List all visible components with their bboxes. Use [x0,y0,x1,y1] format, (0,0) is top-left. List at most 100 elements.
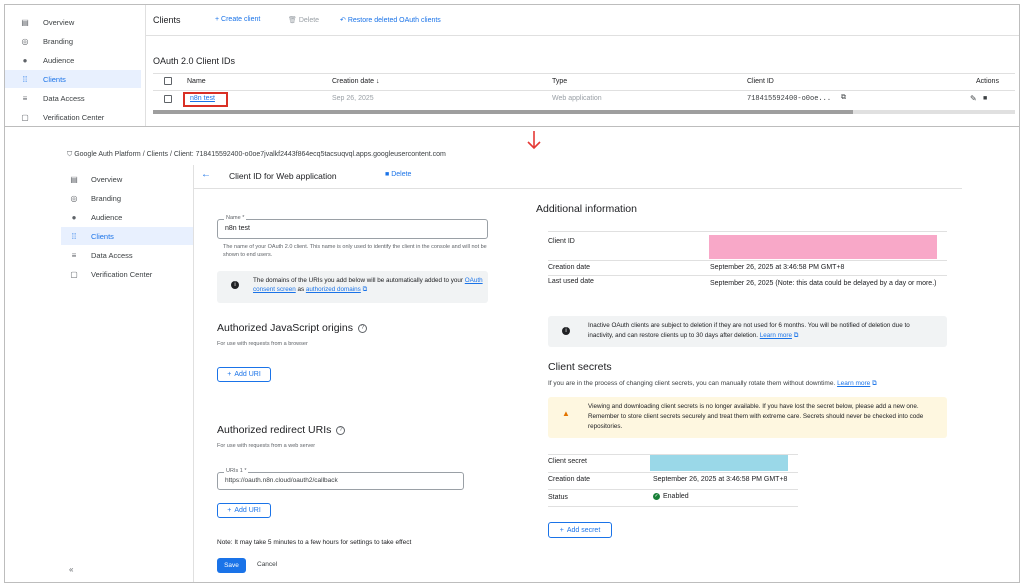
branding-icon: ◎ [70,193,78,203]
sidebar-label: Data Access [43,93,85,103]
info-text-a: The domains of the URIs you add below wi… [253,277,465,284]
client-secret-redacted [650,455,788,471]
authorized-domains-link[interactable]: authorized domains [306,286,361,293]
header-rule [146,35,1019,36]
warning-icon: ▲ [562,409,570,418]
sidebar-item-overview[interactable]: ▤ Overview [61,170,193,188]
add-redirect-uri-button[interactable]: + Add URI [217,503,271,518]
last-used-value: September 26, 2025 (Note: this data coul… [710,280,937,287]
select-all-checkbox[interactable] [164,77,172,85]
client-name-link[interactable]: n8n test [190,95,215,102]
top-sidebar-item-overview[interactable]: ▤ Overview [5,13,141,31]
top-sidebar-item-audience[interactable]: ● Audience [5,51,141,69]
sidebar-label: Data Access [91,250,133,260]
breadcrumb-clients[interactable]: Clients [147,151,168,158]
top-sidebar: ▤ Overview ◎ Branding ● Audience ⁞⁞ Clients … [5,5,145,125]
down-arrow-icon [527,131,541,150]
name-field[interactable]: Name * n8n test [217,215,488,239]
copy-icon[interactable]: ⧉ [841,94,846,102]
info-rule [548,275,947,276]
col-type: Type [552,78,568,85]
creation-date-label: Creation date [548,264,591,271]
clients-table: Name Creation date ↓ Type Client ID Acti… [153,73,1015,111]
secret-creation-value: September 26, 2025 at 3:46:58 PM GMT+8 [653,476,788,483]
add-secret-label: Add secret [566,526,601,534]
add-js-origin-button[interactable]: + Add URI [217,367,271,382]
sidebar-label: Branding [43,36,74,46]
sidebar-item-data-access[interactable]: ≡ Data Access [61,246,193,264]
breadcrumb-current: Client: 718415592400-o0oe7jvalkf2443f864… [173,151,446,158]
redirect-uris-title: Authorized redirect URIs? [217,424,346,436]
save-button[interactable]: Save [217,558,246,573]
bottom-header-rule [194,188,962,189]
sidebar-item-verification[interactable]: ▢ Verification Center [61,265,193,283]
inactive-info-text: Inactive OAuth clients are subject to de… [588,321,933,340]
plus-icon: + [227,371,232,378]
collapse-sidebar-icon[interactable]: « [69,565,73,574]
plus-icon: + [227,507,232,514]
top-sidebar-item-clients[interactable]: ⁞⁞ Clients [5,70,141,88]
info-icon: i [562,327,570,335]
domains-info-box: i The domains of the URIs you add below … [217,271,488,303]
redirect-uri-field[interactable]: URIs 1 * https://oauth.n8n.cloud/oauth2/… [217,468,464,490]
create-client-label: Create client [221,16,261,23]
cancel-button[interactable]: Cancel [257,561,277,568]
restore-clients-button[interactable]: ↶ Restore deleted OAuth clients [340,16,441,24]
col-date-label: Creation date [332,78,375,85]
table-scrollbar-thumb[interactable] [153,110,853,114]
sidebar-label: Overview [91,174,123,184]
oauth-section-title: OAuth 2.0 Client IDs [153,56,236,66]
learn-more-link[interactable]: Learn more [760,332,792,339]
sidebar-item-branding[interactable]: ◎ Branding [61,189,193,207]
sidebar-label: Audience [43,55,75,65]
create-client-button[interactable]: + Create client [215,16,260,23]
external-link-icon: ⧉ [870,380,877,387]
top-sidebar-item-data-access[interactable]: ≡ Data Access [5,89,141,107]
row-checkbox[interactable] [164,95,172,103]
settings-note: Note: It may take 5 minutes to a few hou… [217,539,412,546]
secret-creation-label: Creation date [548,476,591,483]
redirect-title-text: Authorized redirect URIs [217,424,332,436]
redirect-field-value: https://oauth.n8n.cloud/oauth2/callback [225,477,338,484]
breadcrumb-root[interactable]: Google Auth Platform [74,151,141,158]
back-arrow-icon[interactable]: ← [201,169,211,180]
status-badge: ✓ Enabled [653,493,689,500]
additional-info-title: Additional information [536,203,637,215]
client-delete-button[interactable]: ■ Delete [385,171,411,178]
js-origins-sub: For use with requests from a browser [217,341,308,347]
table-row: n8n test Sep 26, 2025 Web application 71… [153,91,1015,108]
name-help-text: The name of your OAuth 2.0 client. This … [223,244,487,258]
top-sidebar-item-verification[interactable]: ▢ Verification Center [5,108,141,126]
sidebar-item-clients[interactable]: ⁞⁞ Clients [61,227,193,245]
bottom-sidebar: ▤ Overview ◎ Branding ● Audience ⁞⁞ Clients … [61,165,193,582]
status-label: Status [548,494,568,501]
col-name: Name [187,78,206,85]
restore-icon: ↶ [340,17,348,24]
sort-down-icon: ↓ [375,78,380,85]
client-id-redacted [709,235,937,259]
help-icon[interactable]: ? [336,425,346,435]
client-secrets-sub: If you are in the process of changing cl… [548,380,877,388]
js-origins-title-text: Authorized JavaScript origins [217,322,353,334]
external-link-icon: ⧉ [360,286,368,293]
sidebar-item-audience[interactable]: ● Audience [61,208,193,226]
edit-icon[interactable]: ✎ [970,94,977,103]
plus-icon: + [559,526,564,534]
name-field-label: Name * [224,215,247,221]
col-creation-date[interactable]: Creation date ↓ [332,78,379,85]
secret-rule [548,489,798,490]
help-icon[interactable]: ? [357,323,367,333]
secret-rule [548,472,798,473]
secrets-warning-box: ▲ Viewing and downloading client secrets… [548,397,947,438]
delete-row-icon[interactable]: ■ [983,95,987,102]
add-uri-label: Add URI [234,507,261,514]
name-field-value: n8n test [225,225,250,232]
top-delete-button[interactable]: 🗑 Delete [288,16,319,24]
add-uri-label: Add URI [234,371,261,378]
secrets-learn-more-link[interactable]: Learn more [837,380,870,387]
redirect-uris-sub: For use with requests from a web server [217,443,316,449]
top-sidebar-item-branding[interactable]: ◎ Branding [5,32,141,50]
top-divider [145,5,146,127]
info-icon: i [231,281,239,289]
add-secret-button[interactable]: + Add secret [548,522,612,538]
